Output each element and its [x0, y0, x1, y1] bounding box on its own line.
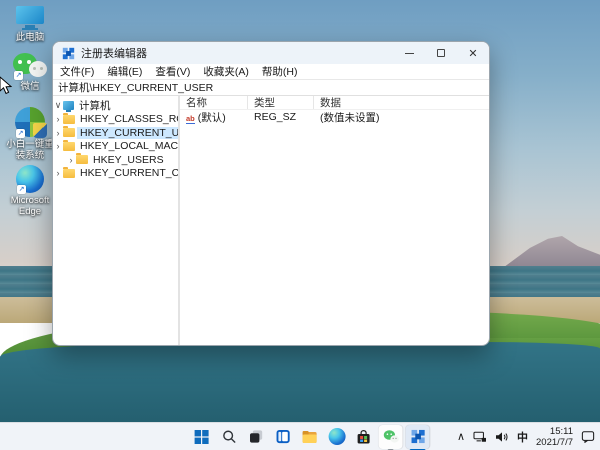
- value-data: (数值未设置): [320, 111, 380, 124]
- tree-node-hkey-local-machine[interactable]: › HKEY_LOCAL_MACHINE: [53, 139, 178, 154]
- window-titlebar[interactable]: 注册表编辑器 ✕: [53, 42, 489, 64]
- ime-indicator[interactable]: 中: [517, 429, 528, 445]
- search-icon: [222, 430, 235, 443]
- microsoft-store-icon: [357, 429, 370, 443]
- value-name: (默认): [197, 111, 226, 124]
- folder-icon: [63, 126, 75, 138]
- shortcut-arrow-icon: ↗: [17, 185, 26, 194]
- taskbar: ∧ 中 15:11 2021/7/7: [0, 422, 600, 450]
- desktop-icon-label: 此电脑: [15, 32, 45, 43]
- regedit-app-icon: [62, 47, 75, 59]
- tree-node-hkey-classes-root[interactable]: › HKEY_CLASSES_ROOT: [53, 112, 178, 127]
- edge-icon: [328, 428, 346, 445]
- menu-edit[interactable]: 编辑(E): [107, 64, 142, 79]
- minimize-button[interactable]: [393, 42, 425, 64]
- menu-view[interactable]: 查看(V): [155, 64, 190, 79]
- clock-time: 15:11: [549, 425, 573, 437]
- network-icon[interactable]: [473, 431, 487, 443]
- chevron-right-icon[interactable]: ›: [53, 128, 63, 138]
- tree-node-hkey-current-user[interactable]: › HKEY_CURRENT_USER: [53, 126, 178, 140]
- folder-icon: [63, 166, 75, 178]
- list-column-headers: 名称 类型 数据: [180, 96, 489, 110]
- close-button[interactable]: ✕: [457, 42, 489, 64]
- widgets-icon: [276, 429, 290, 444]
- file-explorer-button[interactable]: [298, 425, 322, 449]
- table-row[interactable]: ab (默认) REG_SZ (数值未设置): [180, 110, 489, 124]
- shortcut-arrow-icon: ↗: [14, 71, 23, 80]
- mouse-cursor: [0, 76, 12, 95]
- wechat-icon: [383, 430, 399, 443]
- computer-icon: [63, 101, 74, 113]
- column-header-type[interactable]: 类型: [248, 96, 314, 109]
- task-view-icon: [249, 430, 262, 443]
- windows-start-icon: [194, 429, 209, 444]
- close-icon: ✕: [468, 47, 478, 60]
- selected-tree-node[interactable]: HKEY_CURRENT_USER: [77, 126, 178, 139]
- search-button[interactable]: [217, 425, 241, 449]
- chevron-right-icon[interactable]: ›: [66, 155, 76, 165]
- address-path: 计算机\HKEY_CURRENT_USER: [58, 82, 214, 94]
- column-header-name[interactable]: 名称: [180, 96, 248, 109]
- folder-icon: [63, 139, 75, 151]
- desktop-icon-label: 微信: [20, 81, 40, 92]
- tree-node-computer[interactable]: ∨ 计算机: [53, 99, 178, 113]
- taskbar-clock[interactable]: 15:11 2021/7/7: [536, 426, 573, 448]
- desktop-icon-edge[interactable]: ↗ Microsoft Edge: [3, 165, 57, 217]
- tree-node-hkey-current-config[interactable]: › HKEY_CURRENT_CONFIG: [53, 166, 178, 181]
- start-button[interactable]: [190, 425, 214, 449]
- chevron-right-icon[interactable]: ›: [53, 141, 63, 151]
- file-explorer-icon: [302, 430, 317, 443]
- registry-tree-panel[interactable]: ∨ 计算机 › HKEY_CLASSES_ROOT › HKEY_CURRENT…: [53, 96, 180, 345]
- menu-bar: 文件(F) 编辑(E) 查看(V) 收藏夹(A) 帮助(H): [53, 64, 489, 79]
- string-value-icon: ab: [186, 113, 195, 124]
- chevron-down-icon[interactable]: ∨: [53, 100, 63, 111]
- menu-favorites[interactable]: 收藏夹(A): [203, 64, 249, 79]
- desktop-icon-label: Microsoft Edge: [10, 195, 50, 217]
- microsoft-store-button[interactable]: [352, 425, 376, 449]
- window-title: 注册表编辑器: [81, 48, 147, 60]
- column-header-data[interactable]: 数据: [314, 96, 489, 109]
- volume-icon[interactable]: [495, 431, 509, 443]
- chevron-right-icon[interactable]: ›: [53, 114, 63, 124]
- menu-file[interactable]: 文件(F): [60, 64, 94, 79]
- minimize-icon: [404, 52, 414, 54]
- regedit-taskbar-button[interactable]: [405, 424, 430, 450]
- clock-date: 2021/7/7: [536, 436, 573, 448]
- tray-expand-button[interactable]: ∧: [457, 430, 465, 443]
- wechat-icon: ↗: [13, 53, 47, 80]
- edge-button[interactable]: [325, 425, 349, 449]
- value-type: REG_SZ: [254, 111, 297, 123]
- notification-center-icon[interactable]: [581, 430, 595, 443]
- address-bar[interactable]: 计算机\HKEY_CURRENT_USER: [53, 79, 489, 96]
- maximize-icon: [437, 49, 445, 57]
- folder-icon: [63, 112, 75, 124]
- xiaobai-reinstall-icon: ↗: [15, 107, 47, 138]
- menu-help[interactable]: 帮助(H): [262, 64, 298, 79]
- widgets-button[interactable]: [271, 425, 295, 449]
- maximize-button[interactable]: [425, 42, 457, 64]
- tree-node-hkey-users[interactable]: › HKEY_USERS: [53, 153, 178, 167]
- registry-values-panel[interactable]: 名称 类型 数据 ab (默认) REG_SZ (数值未设置): [180, 96, 489, 345]
- regedit-icon: [411, 429, 425, 444]
- shortcut-arrow-icon: ↗: [16, 129, 25, 138]
- wechat-taskbar-button[interactable]: [378, 424, 403, 450]
- folder-icon: [76, 153, 88, 165]
- registry-editor-window: 注册表编辑器 ✕ 文件(F) 编辑(E) 查看(V) 收藏夹(A) 帮助(H) …: [52, 41, 490, 346]
- desktop-icon-label: 小白一键重装系统: [6, 139, 54, 161]
- desktop-icon-xiaobai-reinstall[interactable]: ↗ 小白一键重装系统: [3, 107, 57, 161]
- edge-icon: ↗: [16, 165, 44, 194]
- task-view-button[interactable]: [244, 425, 268, 449]
- wallpaper-lake: [0, 342, 600, 424]
- desktop-icon-this-pc[interactable]: 此电脑: [3, 6, 57, 43]
- chevron-right-icon[interactable]: ›: [53, 168, 63, 178]
- this-pc-icon: [16, 6, 44, 30]
